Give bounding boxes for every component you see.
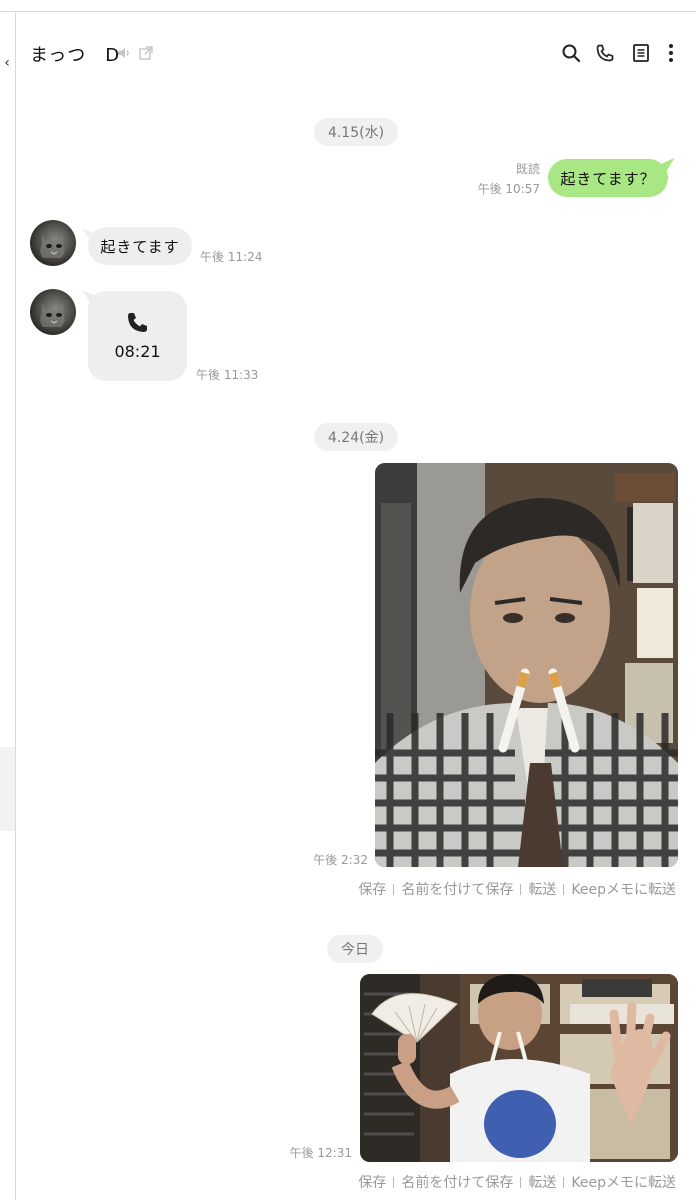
photo-message[interactable] [360,974,678,1162]
date-separator: 4.15(水) [314,118,398,146]
read-receipt: 既読 [515,162,540,176]
left-panel-edge: ‹ [0,12,16,1200]
divider [393,883,395,895]
divider [520,1176,522,1188]
photo-actions: 保存 名前を付けて保存 転送 Keepメモに転送 [358,879,676,899]
divider [520,883,522,895]
photo-actions: 保存 名前を付けて保存 転送 Keepメモに転送 [358,1172,676,1192]
forward-to-keep-button[interactable]: Keepメモに転送 [571,1172,676,1192]
photo-message[interactable] [375,463,678,867]
save-button[interactable]: 保存 [358,1172,386,1192]
message-time: 午後 11:24 [200,250,263,264]
external-window-icon[interactable] [137,44,155,62]
chat-title: まっつ D [30,45,121,66]
save-as-button[interactable]: 名前を付けて保存 [401,879,513,899]
message-time: 午後 2:32 [313,853,368,867]
divider [393,1176,395,1188]
divider [563,1176,565,1188]
photo-man-with-fan [360,974,678,1162]
call-duration: 08:21 [114,342,161,361]
window-top-border [0,0,696,12]
save-as-button[interactable]: 名前を付けて保存 [401,1172,513,1192]
collapse-panel-button[interactable]: ‹ [0,38,14,88]
avatar[interactable] [30,220,76,266]
left-panel-highlight [0,747,15,831]
message-time: 午後 11:33 [196,368,259,382]
date-separator: 4.24(金) [314,423,398,451]
voice-call-bubble[interactable]: 08:21 [88,291,187,381]
phone-handset-icon [125,310,149,338]
received-message-bubble[interactable]: 起きてます [88,227,192,265]
chat-header: まっつ D [17,13,696,91]
avatar[interactable] [30,289,76,335]
save-button[interactable]: 保存 [358,879,386,899]
chevron-left-icon: ‹ [4,55,10,71]
phone-icon[interactable] [593,41,617,65]
more-vertical-icon[interactable] [659,41,683,65]
divider [563,883,565,895]
forward-to-keep-button[interactable]: Keepメモに転送 [571,879,676,899]
mute-speaker-icon [115,44,133,62]
date-separator: 今日 [327,935,383,963]
message-time: 午後 10:57 [477,182,540,196]
message-time: 午後 12:31 [289,1146,352,1160]
forward-button[interactable]: 転送 [528,1172,556,1192]
sent-message-bubble[interactable]: 起きてます？ [548,159,668,197]
search-icon[interactable] [559,41,583,65]
forward-button[interactable]: 転送 [528,879,556,899]
photo-portrait-man-with-cigarettes [375,463,678,867]
notes-icon[interactable] [629,41,653,65]
